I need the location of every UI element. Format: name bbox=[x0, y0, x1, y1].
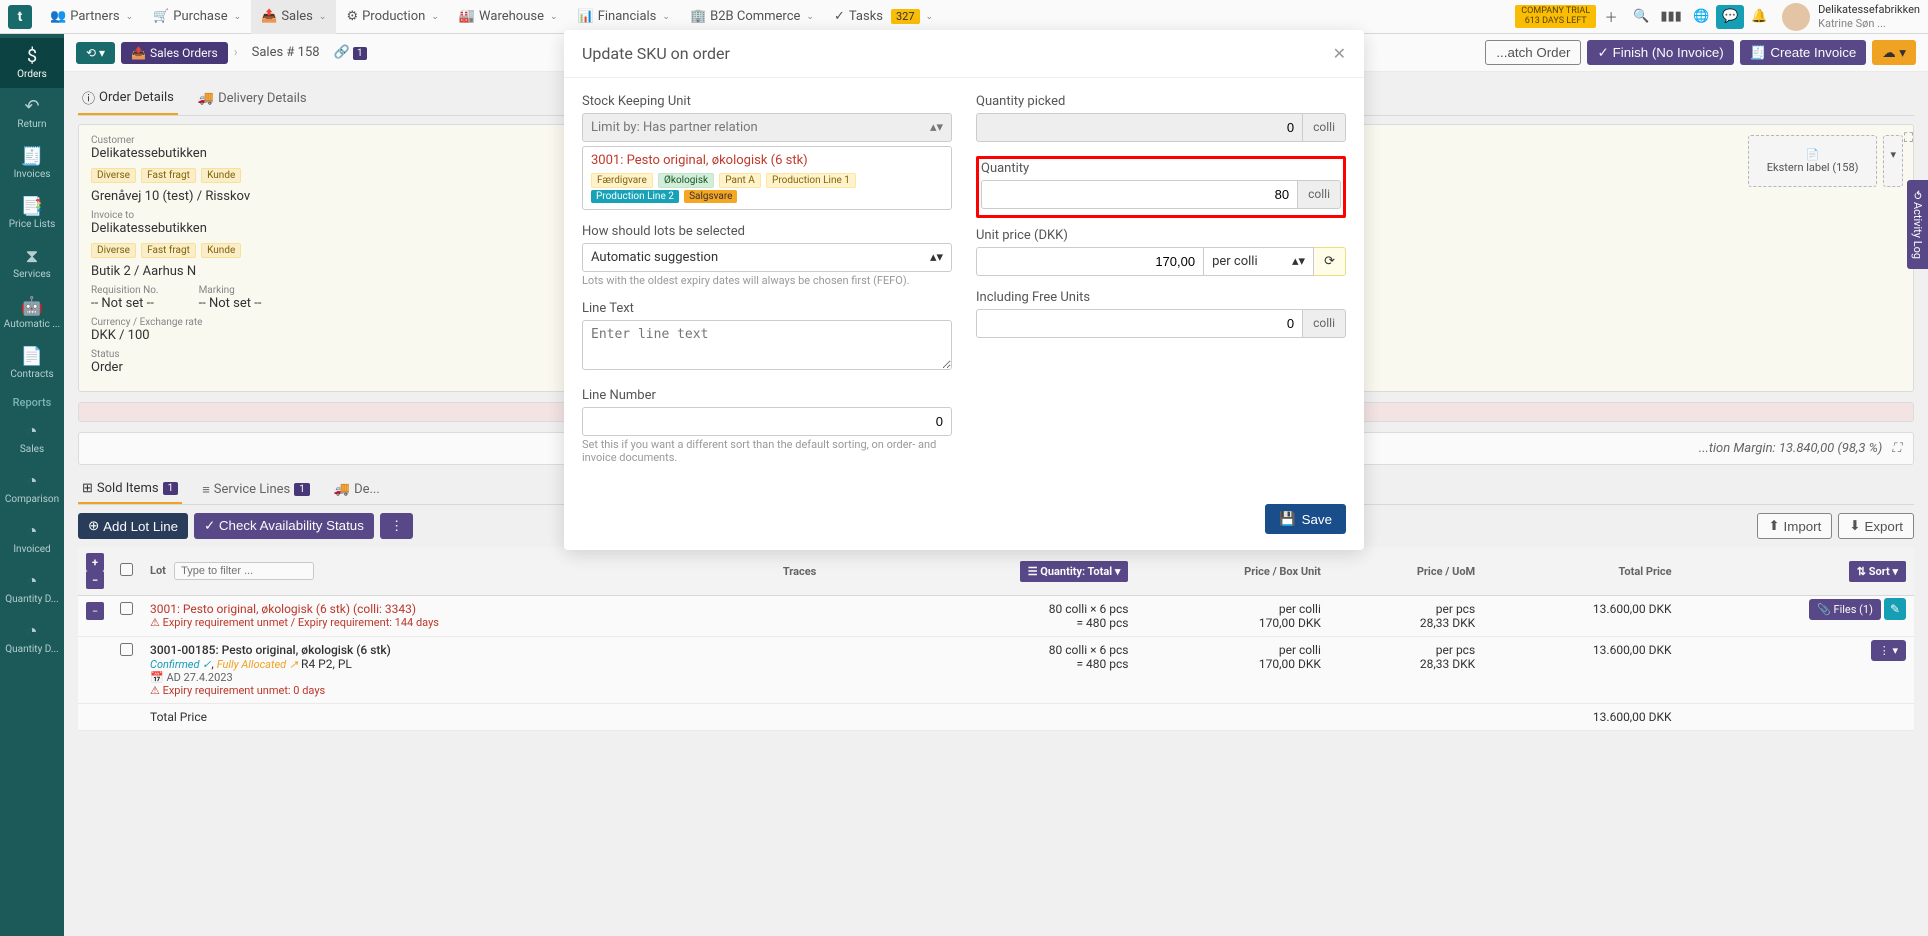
qtypicked-unit: colli bbox=[1303, 113, 1346, 142]
linetext-input[interactable] bbox=[582, 320, 952, 370]
qty-label: Quantity bbox=[981, 161, 1341, 176]
linenum-label: Line Number bbox=[582, 388, 952, 403]
quantity-highlight: Quantity colli bbox=[976, 156, 1346, 218]
lots-select[interactable]: Automatic suggestion▴▾ bbox=[582, 243, 952, 272]
sku-tag: Færdigvare bbox=[591, 173, 653, 188]
price-input[interactable] bbox=[976, 247, 1204, 276]
update-sku-modal: Update SKU on order ✕ Stock Keeping Unit… bbox=[564, 30, 1364, 550]
lots-label: How should lots be selected bbox=[582, 224, 952, 239]
qty-input[interactable] bbox=[981, 180, 1298, 209]
sku-tag: Salgsvare bbox=[684, 190, 737, 203]
sku-tag: Pant A bbox=[719, 173, 761, 188]
refresh-price-button[interactable]: ⟳ bbox=[1314, 247, 1346, 276]
sku-name: 3001: Pesto original, økologisk (6 stk) bbox=[591, 153, 943, 168]
free-label: Including Free Units bbox=[976, 290, 1346, 305]
linenum-help: Set this if you want a different sort th… bbox=[582, 438, 952, 464]
sku-label: Stock Keeping Unit bbox=[582, 94, 952, 109]
close-icon[interactable]: ✕ bbox=[1333, 44, 1346, 63]
linetext-label: Line Text bbox=[582, 301, 952, 316]
sku-tag: Production Line 1 bbox=[766, 173, 856, 188]
sku-tag: Økologisk bbox=[658, 173, 714, 188]
price-label: Unit price (DKK) bbox=[976, 228, 1346, 243]
qty-unit: colli bbox=[1298, 180, 1341, 209]
modal-title: Update SKU on order bbox=[582, 44, 730, 63]
sku-display[interactable]: 3001: Pesto original, økologisk (6 stk) … bbox=[582, 146, 952, 210]
qtypicked-label: Quantity picked bbox=[976, 94, 1346, 109]
sku-limit-select[interactable]: Limit by: Has partner relation▴▾ bbox=[582, 113, 952, 142]
lots-help: Lots with the oldest expiry dates will a… bbox=[582, 274, 952, 287]
linenum-input[interactable] bbox=[582, 407, 952, 436]
free-input[interactable] bbox=[976, 309, 1303, 338]
sku-tag: Production Line 2 bbox=[591, 190, 679, 203]
price-unit-select[interactable]: per colli▴▾ bbox=[1204, 247, 1314, 276]
save-button[interactable]: 💾 Save bbox=[1265, 504, 1346, 534]
free-unit: colli bbox=[1303, 309, 1346, 338]
qtypicked-input bbox=[976, 113, 1303, 142]
